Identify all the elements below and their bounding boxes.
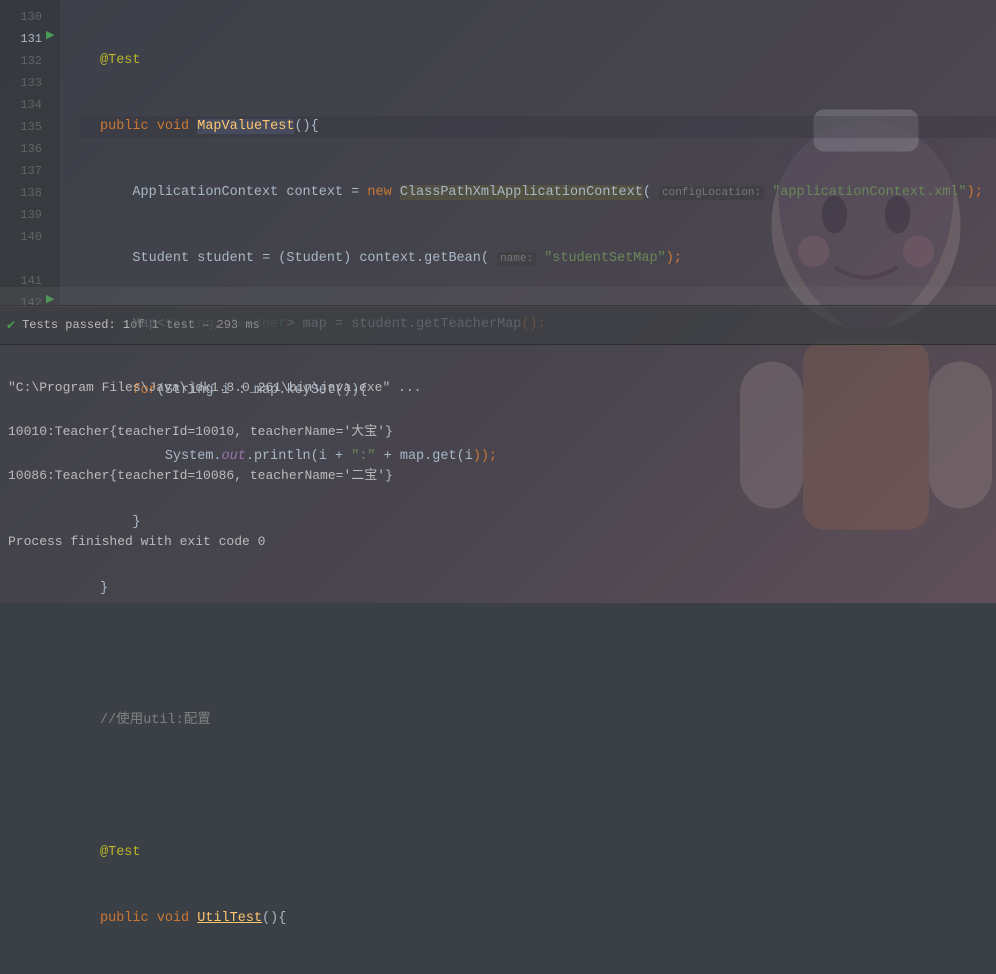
tests-summary: of 1 test – 293 ms <box>130 318 260 332</box>
tests-passed-label: Tests passed: 1 <box>22 318 130 332</box>
check-icon: ✔ <box>6 318 16 333</box>
param-hint: name: <box>497 252 536 266</box>
annotation: @Test <box>100 53 141 68</box>
console-output[interactable]: "C:\Program Files\Java\jdk1.8.0_261\bin\… <box>0 345 996 585</box>
annotation: @Test <box>100 845 141 860</box>
console-line: 10010:Teacher{teacherId=10010, teacherNa… <box>8 421 988 443</box>
console-line: 10086:Teacher{teacherId=10086, teacherNa… <box>8 465 988 487</box>
test-status-bar: ✔ Tests passed: 1 of 1 test – 293 ms <box>0 305 996 345</box>
line-number-gutter: 130 131 132 133 134 135 136 137 138 139 … <box>0 0 60 305</box>
method-name: UtilTest <box>197 911 262 926</box>
code-editor[interactable]: 130 131 132 133 134 135 136 137 138 139 … <box>0 0 996 305</box>
method-name: MapValueTest <box>197 119 294 134</box>
code-content[interactable]: @Test public void MapValueTest(){ Applic… <box>80 0 996 305</box>
console-line: "C:\Program Files\Java\jdk1.8.0_261\bin\… <box>8 377 988 399</box>
console-line: Process finished with exit code 0 <box>8 531 988 553</box>
gutter-icons: ▶ ▶ <box>60 0 80 305</box>
param-hint: configLocation: <box>659 186 764 200</box>
run-test-icon[interactable]: ▶ <box>46 28 54 42</box>
comment: //使用util:配置 <box>100 713 211 728</box>
